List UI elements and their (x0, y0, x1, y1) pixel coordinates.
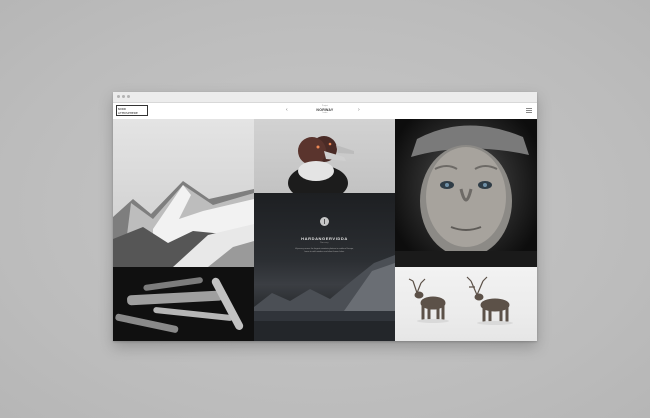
snowy-mountains-photo[interactable] (113, 119, 254, 267)
project-title-block[interactable]: Project NORWAY Index (309, 105, 341, 115)
presentation-stage: NORR ATMOSPHERE ‹ Project NORWAY Index › (0, 0, 650, 418)
window-control-dot[interactable] (117, 95, 120, 98)
info-icon[interactable] (320, 217, 329, 226)
window-control-dot[interactable] (122, 95, 125, 98)
site-header: NORR ATMOSPHERE ‹ Project NORWAY Index › (113, 103, 537, 119)
reindeer-illustration (408, 276, 513, 325)
logo-line-2: ATMOSPHERE (118, 111, 139, 115)
mountain-illustration (113, 181, 254, 267)
reindeer-photo[interactable] (395, 267, 537, 341)
portrait-illustration (395, 125, 537, 267)
prev-project-arrow[interactable]: ‹ (286, 107, 288, 113)
photo-grid: HARDANGERVIDDA Norway A journey across t… (113, 119, 537, 341)
sticks-illustration (115, 277, 244, 333)
next-project-arrow[interactable]: › (358, 107, 360, 113)
location-caption: HARDANGERVIDDA Norway A journey across t… (254, 213, 395, 254)
caption-text: A journey across the largest mountain pl… (295, 248, 354, 253)
menu-icon[interactable] (526, 108, 532, 114)
site-logo[interactable]: NORR ATMOSPHERE (116, 105, 148, 116)
old-man-portrait-photo[interactable] (395, 119, 537, 267)
ducks-photo[interactable] (254, 119, 395, 193)
driftwood-sticks-photo[interactable] (113, 267, 254, 341)
ducks-illustration (288, 136, 354, 193)
window-control-dot[interactable] (127, 95, 130, 98)
project-subtitle: Index (322, 112, 328, 114)
caption-title: HARDANGERVIDDA (301, 236, 348, 241)
browser-chrome-bar (113, 92, 537, 103)
browser-window: NORR ATMOSPHERE ‹ Project NORWAY Index › (113, 92, 537, 341)
caption-subtitle: Norway (320, 242, 329, 244)
hardangervidda-landscape-photo[interactable]: HARDANGERVIDDA Norway A journey across t… (254, 193, 395, 341)
